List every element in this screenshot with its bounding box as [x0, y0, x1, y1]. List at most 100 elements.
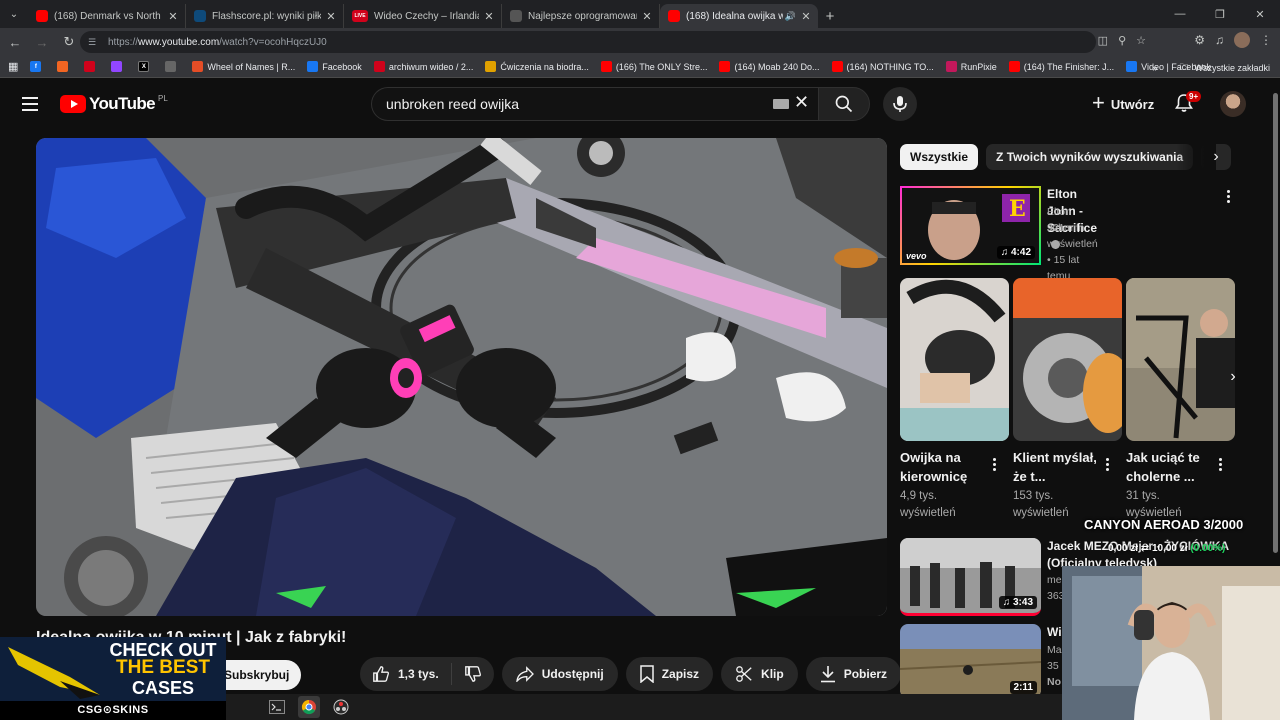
- thumbs-up-icon: [373, 666, 389, 682]
- tab-search-chevron-icon[interactable]: ⌄: [0, 0, 28, 28]
- rec-meta: 921 mln wyświetleń • 15 lat temu: [1047, 222, 1098, 282]
- bookmark-item[interactable]: Facebook: [307, 61, 362, 72]
- address-bar[interactable]: ☰ https://www.youtube.com/watch?v=ocohHq…: [80, 31, 1096, 53]
- plus-icon: +: [1092, 90, 1105, 115]
- browser-tab-2[interactable]: Flashscore.pl: wyniki piłki nożnej ✕: [186, 4, 344, 28]
- bookmark-orange-icon[interactable]: [57, 61, 72, 72]
- yt-masthead: YouTube PL unbroken reed owijka ✕ + Utwór…: [0, 79, 1270, 129]
- zoom-icon[interactable]: ⚲: [1118, 34, 1126, 47]
- bookmark-item[interactable]: (164) Moab 240 Do...: [719, 61, 820, 72]
- reload-icon[interactable]: ↻: [57, 30, 81, 54]
- tab-close-icon[interactable]: ✕: [641, 10, 653, 23]
- obs-app-icon[interactable]: [330, 696, 352, 718]
- close-window-icon[interactable]: ✕: [1240, 0, 1280, 28]
- short-menu-icon-3[interactable]: [1219, 458, 1223, 471]
- bookmark-item[interactable]: Wheel of Names | R...: [192, 61, 295, 72]
- clear-search-icon[interactable]: ✕: [794, 92, 809, 113]
- shorts-next-chevron-icon[interactable]: ›: [1221, 365, 1245, 389]
- bookmark-red-icon[interactable]: [84, 61, 99, 72]
- save-button[interactable]: Zapisz: [625, 657, 714, 691]
- apps-grid-icon[interactable]: ▦: [8, 60, 18, 73]
- browser-tab-1[interactable]: (168) Denmark vs North Macedonia ✕: [28, 4, 186, 28]
- account-avatar[interactable]: [1220, 91, 1246, 117]
- bookmark-item[interactable]: archiwum wideo / 2...: [373, 61, 473, 72]
- all-bookmarks[interactable]: » 🗀 Wszystkie zakładki: [1152, 60, 1270, 76]
- new-tab-button[interactable]: +: [818, 4, 842, 28]
- extensions-icon[interactable]: ⚙: [1194, 33, 1205, 47]
- short-thumbnail-2[interactable]: [1013, 278, 1122, 441]
- youtube-logo[interactable]: YouTube PL: [60, 94, 168, 114]
- chip-all[interactable]: Wszystkie: [900, 144, 979, 170]
- all-bookmarks-label: Wszystkie zakładki: [1194, 63, 1270, 73]
- like-count: 1,3 tys.: [398, 667, 439, 681]
- terminal-app-icon[interactable]: [266, 696, 288, 718]
- bookmark-item[interactable]: Ćwiczenia na biodra...: [485, 61, 589, 72]
- url-path: /watch?v=ocohHqczUJ0: [219, 36, 327, 48]
- chrome-app-icon[interactable]: [298, 696, 320, 718]
- back-arrow-icon[interactable]: ←: [3, 30, 27, 54]
- bookmark-item[interactable]: (164) NOTHING TO...: [831, 61, 934, 72]
- bookmark-item[interactable]: (166) The ONLY Stre...: [600, 61, 707, 72]
- tab-title: Wideo Czechy – Irlandia. Highlights: [374, 10, 479, 22]
- site-info-icon[interactable]: ☰: [88, 37, 100, 48]
- chip-from-search[interactable]: Z Twoich wyników wyszukiwania: [986, 144, 1194, 170]
- ad-line-2: THE BEST: [116, 657, 210, 678]
- search-button[interactable]: [818, 87, 870, 121]
- tab-favicon-icon: LIVE: [352, 10, 368, 22]
- stream-goal-title: CANYON AEROAD 3/2000: [1084, 517, 1244, 532]
- rec-duration-2: 2:11: [1009, 681, 1037, 694]
- browser-tab-4[interactable]: Najlepsze oprogramowanie do ✕: [502, 4, 660, 28]
- keyboard-icon[interactable]: [773, 99, 789, 109]
- overflow-chevron-icon[interactable]: »: [1152, 63, 1157, 73]
- short-title-3[interactable]: Jak uciąć te cholerne ...: [1126, 448, 1216, 486]
- share-button[interactable]: Udostępnij: [501, 657, 618, 691]
- restore-icon[interactable]: ❐: [1200, 0, 1240, 28]
- chips-next-chevron-icon[interactable]: ›: [1207, 148, 1225, 166]
- rec-channel-1[interactable]: me: [1047, 572, 1062, 588]
- bookmark-facebook-icon[interactable]: f: [30, 61, 45, 72]
- rec-meta-2: 35: [1047, 660, 1059, 672]
- rec-menu-icon[interactable]: [1227, 190, 1231, 203]
- search-input[interactable]: unbroken reed owijka: [371, 87, 818, 121]
- browser-tab-3[interactable]: LIVE Wideo Czechy – Irlandia. Highlights ✕: [344, 4, 502, 28]
- media-controls-icon[interactable]: ♫: [1215, 33, 1224, 47]
- short-thumbnail-1[interactable]: [900, 278, 1009, 441]
- rec-thumbnail-1[interactable]: ♫ 3:43: [900, 538, 1041, 616]
- forward-arrow-icon[interactable]: →: [30, 30, 54, 54]
- rec-thumbnail-2[interactable]: 2:11: [900, 624, 1041, 698]
- tab-close-icon[interactable]: ✕: [483, 10, 495, 23]
- video-player[interactable]: [36, 138, 887, 616]
- short-title-2[interactable]: Klient myślał, że t...: [1013, 448, 1103, 486]
- profile-avatar[interactable]: [1234, 32, 1250, 48]
- bookmark-item[interactable]: (164) The Finisher: J...: [1008, 61, 1114, 72]
- browser-tab-5[interactable]: (168) Idealna owijka w 10 m🔊 ✕: [660, 4, 818, 28]
- download-button[interactable]: Pobierz: [805, 657, 902, 691]
- dislike-button[interactable]: [452, 663, 494, 685]
- bookmark-chat-icon[interactable]: [165, 61, 180, 72]
- create-button[interactable]: + Utwórz: [1078, 87, 1168, 121]
- short-thumbnail-3[interactable]: [1126, 278, 1235, 441]
- short-menu-icon-1[interactable]: [993, 458, 997, 471]
- short-title-1[interactable]: Owijka na kierownicę: [900, 448, 990, 486]
- video-frame: [36, 138, 887, 616]
- tab-audio-icon[interactable]: 🔊: [785, 11, 796, 22]
- rec-title-2[interactable]: Wi: [1047, 624, 1062, 641]
- voice-search-button[interactable]: [883, 87, 917, 121]
- bookmark-twitch-icon[interactable]: [111, 61, 126, 72]
- bookmark-star-icon[interactable]: ☆: [1136, 34, 1146, 47]
- tab-close-icon[interactable]: ✕: [325, 10, 337, 23]
- install-app-icon[interactable]: ◫: [1098, 34, 1108, 47]
- guide-menu-icon[interactable]: [22, 97, 38, 111]
- bookmark-x-icon[interactable]: X: [138, 61, 153, 72]
- tab-close-icon[interactable]: ✕: [167, 10, 179, 23]
- bookmark-label: Wheel of Names | R...: [207, 61, 296, 72]
- minimize-icon[interactable]: —: [1160, 0, 1200, 28]
- like-button[interactable]: 1,3 tys.: [360, 663, 452, 685]
- browser-menu-icon[interactable]: ⋮: [1260, 33, 1272, 47]
- rec-channel-2[interactable]: Ma: [1047, 642, 1062, 658]
- bookmark-item[interactable]: RunPixie: [945, 61, 997, 72]
- short-menu-icon-2[interactable]: [1106, 458, 1110, 471]
- tab-close-icon[interactable]: ✕: [800, 10, 812, 23]
- rec-thumbnail[interactable]: E vevo ♫ 4:42: [900, 186, 1041, 265]
- clip-button[interactable]: Klip: [721, 657, 798, 691]
